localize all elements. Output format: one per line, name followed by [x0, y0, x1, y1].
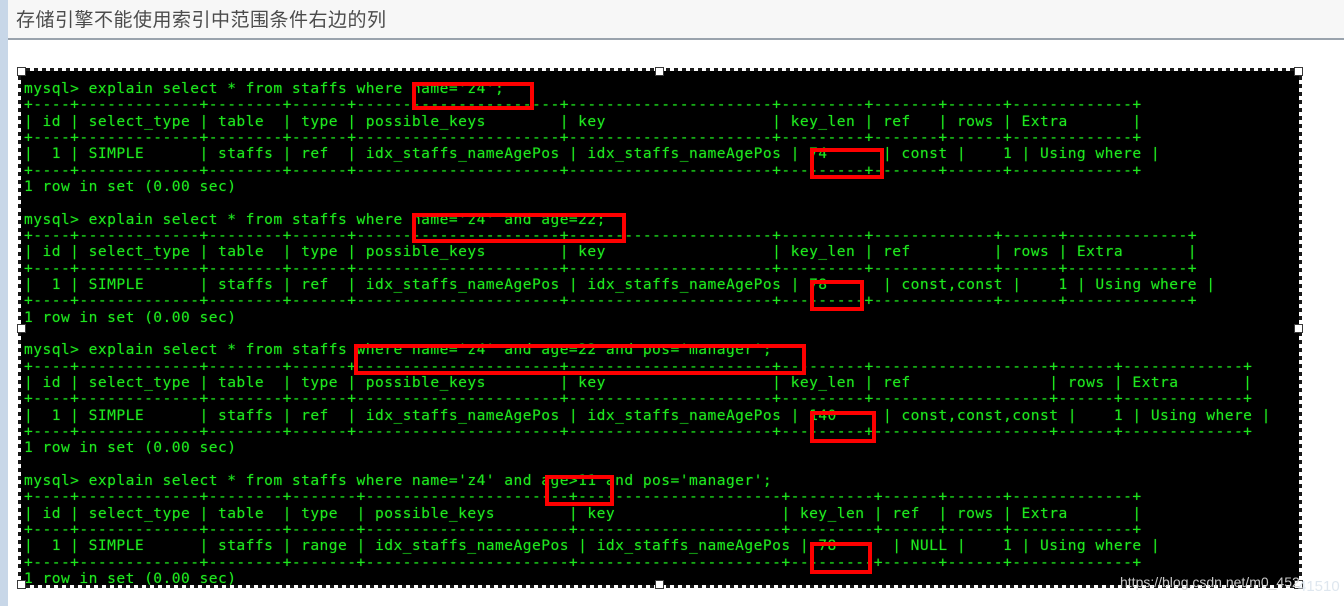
terminal-line: 1 row in set (0.00 sec) — [24, 308, 237, 326]
resize-handle-top-right[interactable] — [1294, 67, 1303, 76]
terminal-line: +----+-------------+--------+------+----… — [24, 226, 1197, 244]
watermark-faded: 41510 — [1298, 578, 1340, 595]
terminal-line: +----+-------------+--------+------+----… — [24, 96, 1142, 114]
terminal-line: | 1 | SIMPLE | staffs | ref | idx_staffs… — [24, 275, 1216, 293]
terminal-line: | 1 | SIMPLE | staffs | range | idx_staf… — [24, 537, 1161, 555]
terminal-line: +----+-------------+--------+-------+---… — [24, 488, 1142, 506]
terminal-line: 1 row in set (0.00 sec) — [24, 177, 237, 195]
page-title: 存储引擎不能使用索引中范围条件右边的列 — [16, 9, 387, 31]
resize-handle-middle-left[interactable] — [17, 324, 26, 333]
resize-handle-bottom-center[interactable] — [655, 580, 664, 589]
terminal-line: mysql> explain select * from staffs wher… — [24, 80, 505, 97]
terminal-line: 1 row in set (0.00 sec) — [24, 439, 237, 457]
terminal-line: mysql> explain select * from staffs wher… — [24, 341, 773, 359]
document-header-bar: 存储引擎不能使用索引中范围条件右边的列 — [0, 0, 1344, 40]
header-divider — [8, 38, 1344, 40]
terminal-line: +----+-------------+--------+------+----… — [24, 357, 1253, 375]
terminal-output: mysql> explain select * from staffs wher… — [24, 80, 1271, 586]
resize-handle-top-center[interactable] — [655, 67, 664, 76]
terminal-line: +----+-------------+--------+------+----… — [24, 292, 1197, 310]
resize-handle-top-left[interactable] — [17, 67, 26, 76]
terminal-line: +----+-------------+--------+------+----… — [24, 128, 1142, 146]
terminal-line: +----+-------------+--------+-------+---… — [24, 520, 1142, 538]
terminal-line: +----+-------------+--------+------+----… — [24, 422, 1253, 440]
terminal-line: | id | select_type | table | type | poss… — [24, 504, 1142, 522]
resize-handle-middle-right[interactable] — [1294, 324, 1303, 333]
selected-image-frame[interactable]: mysql> explain select * from staffs wher… — [17, 67, 1303, 589]
terminal-line: mysql> explain select * from staffs wher… — [24, 471, 773, 489]
resize-handle-bottom-left[interactable] — [17, 580, 26, 589]
terminal-line: +----+-------------+--------+-------+---… — [24, 553, 1142, 571]
terminal-line: +----+-------------+--------+------+----… — [24, 259, 1197, 277]
terminal-line: +----+-------------+--------+------+----… — [24, 161, 1142, 179]
terminal-line: mysql> explain select * from staffs wher… — [24, 210, 606, 228]
terminal-line: | 1 | SIMPLE | staffs | ref | idx_staffs… — [24, 145, 1161, 163]
terminal-line: | id | select_type | table | type | poss… — [24, 373, 1253, 391]
terminal-window[interactable]: mysql> explain select * from staffs wher… — [20, 70, 1300, 586]
terminal-line: +----+-------------+--------+------+----… — [24, 390, 1253, 408]
left-margin-rail-body — [0, 40, 8, 606]
terminal-line: | id | select_type | table | type | poss… — [24, 243, 1197, 261]
terminal-line: | id | select_type | table | type | poss… — [24, 112, 1142, 130]
screenshot-root: 存储引擎不能使用索引中范围条件右边的列 mysql> explain selec… — [0, 0, 1344, 606]
watermark-url: https://blog.csdn.net/m0_452 — [1120, 574, 1300, 590]
terminal-line: | 1 | SIMPLE | staffs | ref | idx_staffs… — [24, 406, 1271, 424]
left-margin-rail — [0, 0, 8, 40]
terminal-line: 1 row in set (0.00 sec) — [24, 569, 237, 586]
